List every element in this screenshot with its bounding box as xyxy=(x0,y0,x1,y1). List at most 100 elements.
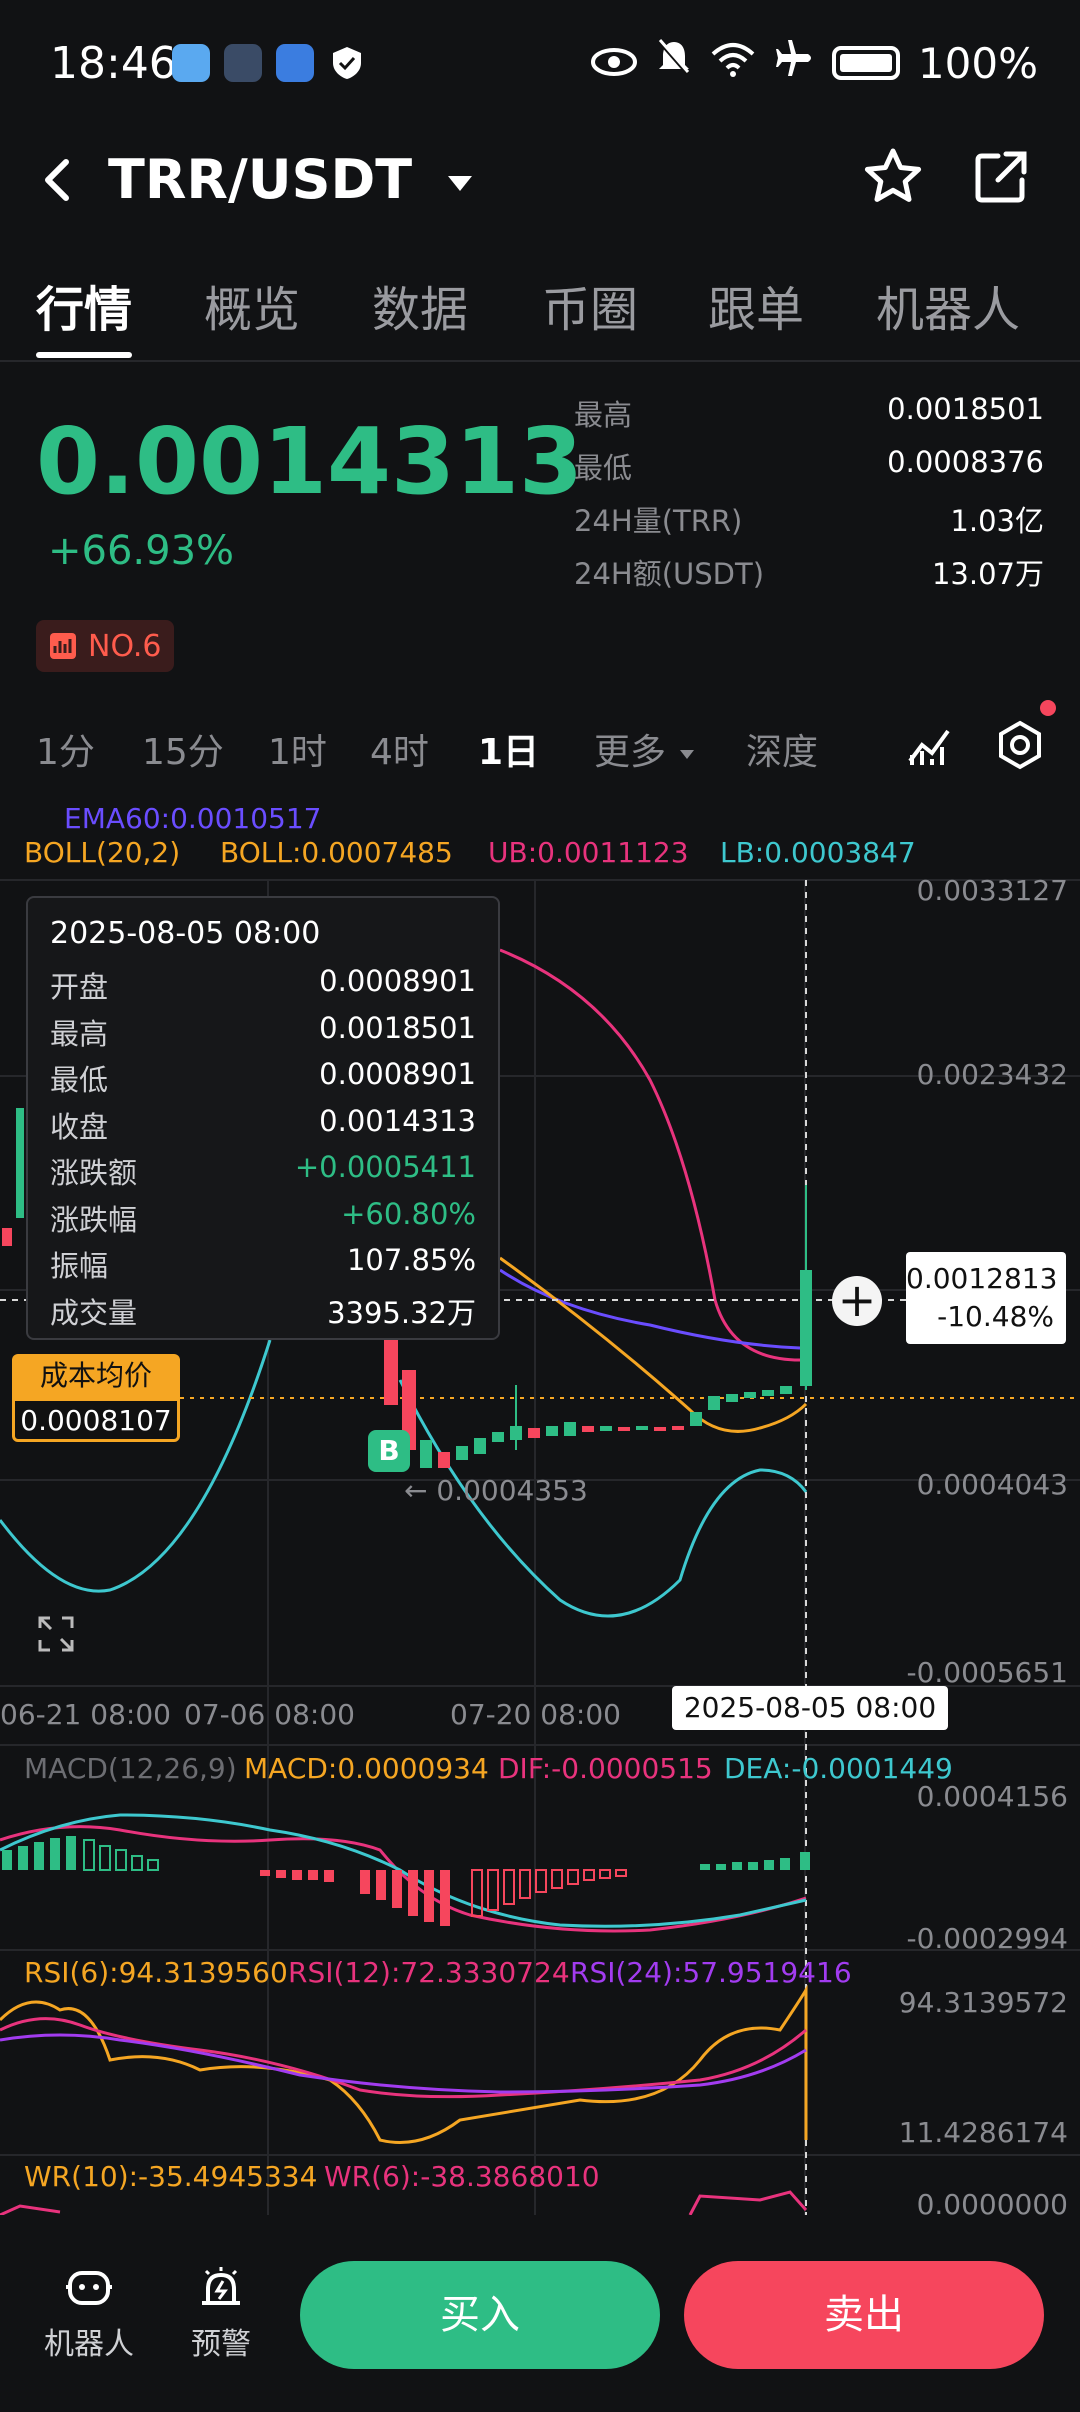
interval-bar: 1分 15分 1时 4时 1日 更多 深度 xyxy=(0,715,1080,775)
axis-macd-2: -0.0002994 xyxy=(906,1922,1068,1955)
tab-copy-trading[interactable]: 跟单 xyxy=(708,270,804,340)
chart-indicator-icon xyxy=(908,729,950,765)
crosshair-price-box: 0.0012813 -10.48% xyxy=(906,1252,1066,1344)
axis-macd-1: 0.0004156 xyxy=(916,1780,1068,1813)
rsi6-value: RSI(6):94.3139560 xyxy=(24,1956,288,1989)
alarm-icon xyxy=(202,2267,240,2305)
shield-check-icon xyxy=(328,44,366,82)
caret-down-icon xyxy=(680,750,695,759)
interval-depth[interactable]: 深度 xyxy=(746,723,818,775)
add-order-plus-icon[interactable]: + xyxy=(832,1276,882,1326)
interval-1d[interactable]: 1日 xyxy=(478,723,539,775)
rank-badge[interactable]: NO.6 xyxy=(36,620,174,672)
stat-turnover: 24H额(USDT) 13.07万 xyxy=(574,557,1044,591)
mute-bell-icon xyxy=(656,38,692,88)
main-tabs: 行情 概览 数据 币圈 跟单 机器人 xyxy=(0,270,1080,362)
alert-label: 预警 xyxy=(191,2327,251,2362)
lb-value: LB:0.0003847 xyxy=(720,836,916,869)
interval-more[interactable]: 更多 xyxy=(594,723,697,775)
tooltip-close: 收盘 0.0014313 xyxy=(50,1103,476,1144)
axis-main-2: 0.0023432 xyxy=(916,1058,1068,1091)
macd-name: MACD(12,26,9) xyxy=(24,1752,237,1785)
crosshair-percent: -10.48% xyxy=(937,1300,1054,1333)
pair-name: TRR/USDT xyxy=(108,148,413,211)
dif-value: DIF:-0.0000515 xyxy=(498,1752,713,1785)
tooltip-low: 最低 0.0008901 xyxy=(50,1057,476,1097)
x-label-1: 06-21 08:00 xyxy=(0,1698,171,1731)
interval-1m[interactable]: 1分 xyxy=(36,723,95,775)
tab-community[interactable]: 币圈 xyxy=(542,270,638,340)
chat-app-icon xyxy=(224,44,262,82)
status-bar: 18:46 100% xyxy=(0,0,1080,135)
low-price-marker: ← 0.0004353 xyxy=(404,1474,588,1507)
tab-overview[interactable]: 概览 xyxy=(204,270,300,340)
rsi24-value: RSI(24):57.9519416 xyxy=(570,1956,852,1989)
ema-label: EMA60:0.0010517 xyxy=(64,802,322,835)
star-icon xyxy=(864,148,922,202)
alert-nav[interactable]: 预警 xyxy=(166,2265,276,2363)
airplane-icon xyxy=(774,38,814,88)
last-price: 0.0014313 xyxy=(36,408,584,515)
indicator-button[interactable] xyxy=(904,719,954,773)
price-change-percent: +66.93% xyxy=(48,528,235,574)
axis-main-1: 0.0033127 xyxy=(916,874,1068,907)
status-right: 100% xyxy=(590,38,1038,88)
status-time: 18:46 xyxy=(50,38,177,89)
battery-icon xyxy=(831,46,900,80)
tab-market[interactable]: 行情 xyxy=(36,270,133,358)
tab-data[interactable]: 数据 xyxy=(372,270,468,340)
expand-icon xyxy=(38,1616,74,1652)
candle-tooltip: 2025-08-05 08:00 开盘 0.0008901 最高 0.0018501… xyxy=(26,896,500,1340)
x-label-3: 07-20 08:00 xyxy=(450,1698,621,1731)
robot-label: 机器人 xyxy=(44,2327,134,2362)
macd-value: MACD:0.0000934 xyxy=(244,1752,489,1785)
tooltip-amplitude: 振幅 107.85% xyxy=(50,1243,476,1283)
interval-4h[interactable]: 4时 xyxy=(370,723,429,775)
tooltip-high: 最高 0.0018501 xyxy=(50,1010,476,1051)
back-button[interactable] xyxy=(36,150,76,210)
axis-main-4: -0.0005651 xyxy=(906,1656,1068,1689)
fullscreen-button[interactable] xyxy=(36,1614,76,1654)
axis-rsi-2: 11.4286174 xyxy=(898,2116,1068,2149)
eye-icon xyxy=(590,39,638,88)
boll-value: BOLL:0.0007485 xyxy=(220,836,453,869)
notification-icons xyxy=(172,44,366,82)
crosshair-date: 2025-08-05 08:00 xyxy=(672,1686,948,1730)
sell-button[interactable]: 卖出 xyxy=(684,2261,1044,2369)
ticker-stats: 最高 0.0018501 最低 0.0008376 24H量(TRR) 1.03亿 2… xyxy=(574,392,1044,604)
crosshair-price: 0.0012813 xyxy=(906,1262,1058,1295)
interval-1h[interactable]: 1时 xyxy=(268,723,327,775)
stat-volume: 24H量(TRR) 1.03亿 xyxy=(574,504,1044,538)
tab-robot[interactable]: 机器人 xyxy=(876,270,1020,340)
weather-app-icon xyxy=(172,44,210,82)
chart-settings-button[interactable] xyxy=(994,719,1046,775)
share-icon xyxy=(975,151,1027,203)
battery-percent: 100% xyxy=(917,38,1038,88)
tooltip-change-pct: 涨跌幅 +60.80% xyxy=(50,1196,476,1237)
notification-dot xyxy=(1040,700,1056,716)
tooltip-open: 开盘 0.0008901 xyxy=(50,964,476,1004)
tooltip-change: 涨跌额 +0.0005411 xyxy=(50,1150,476,1190)
caret-down-icon xyxy=(447,176,472,191)
favorite-button[interactable] xyxy=(862,146,924,212)
wr6-value: WR(6):-38.3868010 xyxy=(324,2160,600,2193)
axis-main-3: 0.0004043 xyxy=(916,1468,1068,1501)
top-bar: TRR/USDT xyxy=(0,140,1080,220)
rank-label: NO.6 xyxy=(88,628,162,664)
share-button[interactable] xyxy=(972,148,1030,210)
x-label-2: 07-06 08:00 xyxy=(184,1698,355,1731)
interval-15m[interactable]: 15分 xyxy=(142,723,224,775)
robot-icon xyxy=(66,2271,112,2305)
gear-icon xyxy=(999,720,1041,770)
cost-average-value: 0.0008107 xyxy=(12,1398,180,1442)
ub-value: UB:0.0011123 xyxy=(488,836,689,869)
pair-selector[interactable]: TRR/USDT xyxy=(108,148,475,211)
buy-marker[interactable]: B xyxy=(368,1430,410,1472)
buy-button[interactable]: 买入 xyxy=(300,2261,660,2369)
shield-app-icon xyxy=(276,44,314,82)
robot-nav[interactable]: 机器人 xyxy=(34,2265,144,2363)
wifi-icon xyxy=(710,39,756,88)
cost-average-tag[interactable]: 成本均价 0.0008107 xyxy=(12,1354,180,1442)
axis-rsi-1: 94.3139572 xyxy=(898,1986,1068,2019)
chart-rank-icon xyxy=(50,633,76,659)
